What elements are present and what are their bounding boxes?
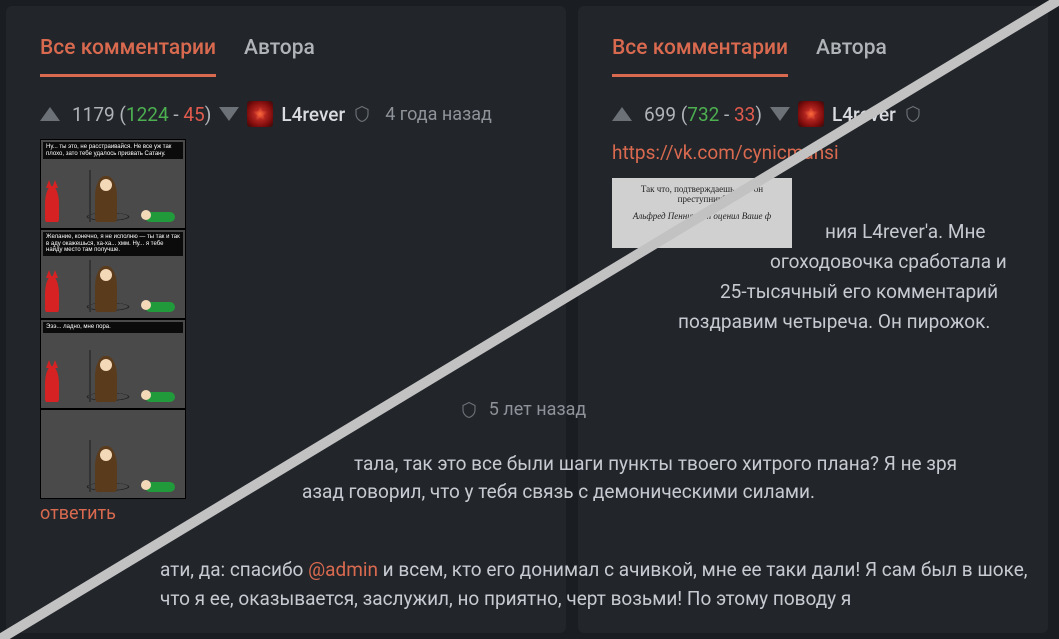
text-fragment: огоходовочка сработала и (770, 248, 1007, 277)
reply-meta: 5 лет назад (460, 395, 586, 424)
comic-text: Эээ... ладно, мне пора. (43, 322, 183, 333)
shield-icon (904, 104, 922, 124)
score: 1179 (1224 - 45) (72, 103, 211, 126)
tabs: Все комментарии Автора (6, 6, 566, 77)
timestamp: 4 года назад (385, 104, 492, 125)
comic-panel (40, 409, 186, 499)
left-pane: Все комментарии Автора 1179 (1224 - 45) … (6, 6, 566, 633)
comic-panel: Желание, конечно, я не исполню — ты так … (40, 229, 186, 319)
tab-author[interactable]: Автора (244, 36, 315, 74)
tab-author[interactable]: Автора (816, 36, 887, 74)
comment-body: https://vk.com/cynicmansi (612, 139, 1014, 168)
comment-image[interactable]: Так что, подтверждаешь, что он преступни… (612, 178, 792, 248)
score-plus: 1224 (126, 103, 169, 126)
downvote-icon[interactable] (219, 107, 239, 121)
username-link[interactable]: L4rever (832, 103, 896, 126)
comment-meta: 699 (732 - 33) L4rever (612, 101, 1014, 127)
score: 699 (732 - 33) (644, 103, 762, 126)
timestamp: 5 лет назад (489, 399, 587, 420)
username-link[interactable]: L4rever (281, 103, 345, 126)
external-link[interactable]: https://vk.com/cynicmansi (612, 141, 839, 164)
clip-line: Так что, подтверждаешь, что он преступни… (616, 184, 788, 206)
upvote-icon[interactable] (612, 107, 632, 121)
text-span: ати, да: спасибо (160, 558, 308, 581)
text-fragment: 25-тысячный его комментарий (720, 278, 998, 307)
score-total: 1179 (72, 103, 115, 126)
tab-all-comments[interactable]: Все комментарии (40, 36, 216, 77)
tab-all-comments[interactable]: Все комментарии (612, 36, 788, 77)
score-plus: 732 (687, 103, 719, 126)
score-minus: 33 (734, 103, 755, 126)
text-fragment: азад говорил, что у тебя связь с демонич… (302, 478, 815, 507)
tabs: Все комментарии Автора (578, 6, 1048, 77)
avatar[interactable] (247, 101, 273, 127)
text-fragment: ния L4rever'a. Мне (825, 218, 985, 247)
shield-icon (353, 104, 371, 124)
downvote-icon[interactable] (770, 107, 790, 121)
mention-link[interactable]: @admin (308, 558, 378, 581)
comic-text: Ну... ты это, не расстраивайся. Не все у… (43, 142, 183, 159)
shield-icon (460, 400, 478, 420)
reply-link[interactable]: ответить (40, 503, 116, 524)
comic-text: Желание, конечно, я не исполню — ты так … (43, 232, 183, 256)
clip-line: Альфред Пенниуорт оценил Ваше ф (616, 211, 788, 222)
avatar[interactable] (798, 101, 824, 127)
text-fragment: тала, так это все были шаги пункты твоег… (354, 450, 1029, 479)
score-total: 699 (644, 103, 676, 126)
score-minus: 45 (183, 103, 204, 126)
comic-panel: Ну... ты это, не расстраивайся. Не все у… (40, 139, 186, 229)
text-fragment: поздравим четыреча. Он пирожок. (678, 308, 990, 337)
comment-image[interactable]: Ну... ты это, не расстраивайся. Не все у… (40, 139, 186, 499)
comic-panel: Эээ... ладно, мне пора. (40, 319, 186, 409)
text-fragment: ати, да: спасибо @admin и всем, кто его … (160, 556, 1040, 613)
comment-meta: 1179 (1224 - 45) L4rever 4 года назад (40, 101, 532, 127)
upvote-icon[interactable] (40, 107, 60, 121)
